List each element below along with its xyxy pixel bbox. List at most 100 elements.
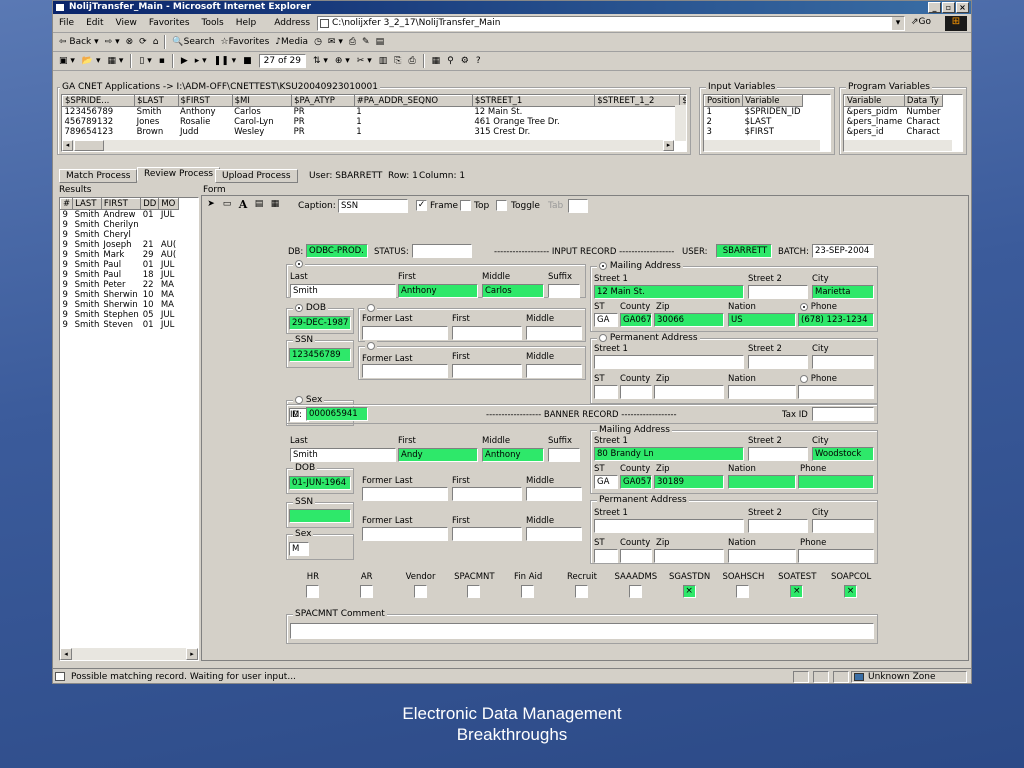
tab-upload-process[interactable]: Upload Process <box>215 169 298 183</box>
input-name-radio[interactable] <box>295 259 303 268</box>
former-last-field-2[interactable] <box>362 364 448 378</box>
phone-radio[interactable] <box>800 302 808 311</box>
menu-help[interactable]: Help <box>236 18 257 28</box>
in-perm-nation-field[interactable] <box>728 385 796 399</box>
refresh-icon[interactable]: ⟳ <box>139 37 147 47</box>
result-row[interactable]: 9 Smith Steven 01 JUL <box>61 320 179 330</box>
former-first-field-1[interactable] <box>452 326 522 340</box>
column-header[interactable]: $MI <box>231 95 293 107</box>
result-row[interactable]: 9 Smith Cherilyn <box>61 220 179 230</box>
print-preview-icon[interactable]: ⎙ <box>408 56 415 66</box>
flag-checkbox[interactable]: × <box>682 585 696 598</box>
former-radio-2[interactable] <box>367 341 375 350</box>
in-street2-field[interactable] <box>748 285 808 299</box>
frame-checkbox[interactable]: ✓ <box>416 200 427 211</box>
input-dob-field[interactable]: 29-DEC-1987 <box>289 316 351 330</box>
program-variable-row[interactable]: &pers_lname Charact <box>845 117 943 127</box>
results-hscrollbar[interactable]: ◂ ▸ <box>60 648 198 660</box>
input-first-field[interactable]: Anthony <box>398 284 478 298</box>
bn-perm-city-field[interactable] <box>812 519 874 533</box>
address-bar[interactable]: C:\nolijxfer 3_2_17\NolijTransfer_Main ▾ <box>317 16 905 31</box>
search-button[interactable]: 🔍Search <box>172 37 214 47</box>
application-row[interactable]: 123456789 Smith Anthony Carlos PR 1 12 Main St… <box>63 107 687 117</box>
flag-checkbox[interactable] <box>359 585 373 598</box>
caption-input[interactable]: SSN <box>338 199 408 213</box>
bn-perm-street2-field[interactable] <box>748 519 808 533</box>
bn-phone-field[interactable] <box>798 475 874 489</box>
in-zip-field[interactable]: 30066 <box>654 313 724 327</box>
results-list[interactable]: # LAST FIRST DD MO 9 Smith Andrew 01 JUL 9 Smith Che… <box>59 197 199 661</box>
bn-perm-county-field[interactable] <box>620 549 652 563</box>
forward-button[interactable]: ⇨ ▾ <box>105 37 120 47</box>
flag-checkbox[interactable] <box>575 585 588 598</box>
in-perm-phone-field[interactable] <box>798 385 874 399</box>
bn-former-first-field-1[interactable] <box>452 487 522 501</box>
bn-perm-phone-field[interactable] <box>798 549 874 563</box>
bn-perm-nation-field[interactable] <box>728 549 796 563</box>
in-nation-field[interactable]: US <box>728 313 796 327</box>
input-ssn-field[interactable]: 123456789 <box>289 348 351 362</box>
print-icon[interactable]: ⎙ <box>349 37 356 47</box>
help-icon[interactable]: ? <box>476 56 481 66</box>
grid-icon[interactable]: ▦ ▾ <box>107 56 123 66</box>
permanent-radio[interactable] <box>599 333 607 342</box>
tab-match-process[interactable]: Match Process <box>59 169 138 183</box>
application-row[interactable]: 456789132 Jones Rosalie Carol-Lyn PR 1 461 Ora… <box>63 117 687 127</box>
flag-checkbox[interactable] <box>736 585 750 598</box>
result-row[interactable]: 9 Smith Sherwin 10 MA <box>61 300 179 310</box>
close-button[interactable]: × <box>956 2 969 13</box>
go-button[interactable]: ⇗Go <box>911 17 931 27</box>
in-st-field[interactable]: GA <box>594 313 618 327</box>
mail-icon[interactable]: ✉ ▾ <box>328 37 343 47</box>
input-suffix-field[interactable] <box>548 284 580 298</box>
menu-favorites[interactable]: Favorites <box>149 18 190 28</box>
result-row[interactable]: 9 Smith Stephen 05 JUL <box>61 310 179 320</box>
in-county-field[interactable]: GA067 <box>620 313 652 327</box>
applications-grid[interactable]: $SPRIDE... $LAST $FIRST $MI $PA_ATYP #PA_ADDR… <box>61 94 687 152</box>
user-field[interactable]: SBARRETT <box>716 244 772 258</box>
media-button[interactable]: ♪Media <box>275 37 308 47</box>
column-header[interactable]: $STREET_1_2 <box>594 95 681 107</box>
sex-radio[interactable] <box>295 395 303 404</box>
top-checkbox[interactable] <box>460 200 471 211</box>
bn-ssn-field[interactable] <box>289 509 351 523</box>
bn-county-field[interactable]: GA057 <box>620 475 652 489</box>
in-street1-field[interactable]: 12 Main St. <box>594 285 744 299</box>
result-row[interactable]: 9 Smith Sherwin 10 MA <box>61 290 179 300</box>
bn-street2-field[interactable] <box>748 447 808 461</box>
former-first-field-2[interactable] <box>452 364 522 378</box>
column-header[interactable]: $LAST <box>134 95 179 107</box>
input-variable-row[interactable]: 1 $SPRIDEN_ID <box>705 107 803 117</box>
mailing-radio[interactable] <box>599 261 607 270</box>
history-icon[interactable]: ◷ <box>314 37 322 47</box>
taxid-field[interactable] <box>812 407 874 421</box>
bn-first-field[interactable]: Andy <box>398 448 478 462</box>
flag-checkbox[interactable] <box>413 585 427 598</box>
input-middle-field[interactable]: Carlos <box>482 284 544 298</box>
column-header[interactable]: Data Ty <box>903 95 944 107</box>
applications-vscrollbar[interactable] <box>675 105 686 141</box>
menu-tools[interactable]: Tools <box>202 18 224 28</box>
dob-radio[interactable] <box>295 303 303 312</box>
save-icon[interactable]: ▪ <box>159 56 165 66</box>
in-phone-field[interactable]: (678) 123-1234 <box>798 313 874 327</box>
bn-nation-field[interactable] <box>728 475 796 489</box>
column-header[interactable]: $FIRST <box>177 95 233 107</box>
chart-icon[interactable]: ▥ <box>379 56 388 66</box>
flag-checkbox[interactable] <box>467 585 481 598</box>
batch-field[interactable]: 23-SEP-2004 <box>812 244 874 258</box>
bn-perm-zip-field[interactable] <box>654 549 724 563</box>
input-variable-row[interactable]: 3 $FIRST <box>705 127 803 137</box>
bn-zip-field[interactable]: 30189 <box>654 475 724 489</box>
former-last-field-1[interactable] <box>362 326 448 340</box>
status-field[interactable] <box>412 244 472 258</box>
tab-input[interactable] <box>568 199 588 213</box>
document-icon[interactable]: ▯ ▾ <box>139 56 151 66</box>
field-tool-icon[interactable]: ▤ <box>252 198 266 211</box>
in-perm-st-field[interactable] <box>594 385 618 399</box>
in-perm-city-field[interactable] <box>812 355 874 369</box>
next-icon[interactable]: ▸ ▾ <box>195 56 207 66</box>
program-variable-row[interactable]: &pers_pidm Number <box>845 107 943 117</box>
column-header[interactable]: $SPRIDE... <box>62 95 136 107</box>
in-perm-zip-field[interactable] <box>654 385 724 399</box>
